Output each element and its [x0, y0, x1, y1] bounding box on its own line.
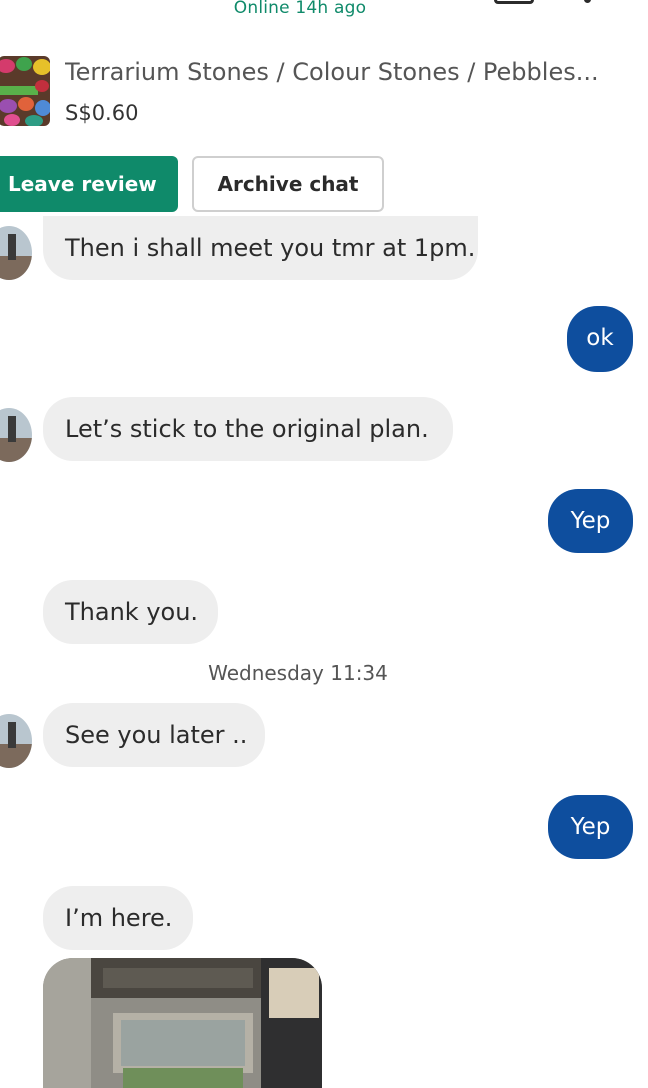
listing-title[interactable]: Terrarium Stones / Colour Stones / Pebbl… [65, 58, 640, 86]
message-outgoing[interactable]: Yep [548, 795, 633, 859]
seller-avatar[interactable] [0, 226, 32, 280]
seller-avatar[interactable] [0, 408, 32, 462]
message-incoming[interactable]: See you later .. [43, 703, 265, 767]
leave-review-button[interactable]: Leave review [0, 156, 178, 212]
message-incoming[interactable]: Let’s stick to the original plan. [43, 397, 453, 461]
message-incoming[interactable]: I’m here. [43, 886, 193, 950]
photo-attachment[interactable] [43, 958, 322, 1088]
seller-avatar[interactable] [0, 714, 32, 768]
message-incoming[interactable]: Thank you. [43, 580, 218, 644]
archive-chat-button[interactable]: Archive chat [192, 156, 384, 212]
chat-list-icon[interactable] [494, 0, 534, 4]
listing-price: S$0.60 [65, 101, 139, 125]
message-timestamp: Wednesday 11:34 [208, 661, 388, 685]
listing-thumbnail[interactable] [0, 56, 50, 126]
message-incoming[interactable]: Then i shall meet you tmr at 1pm. [43, 216, 478, 280]
message-outgoing[interactable]: Yep [548, 489, 633, 553]
message-outgoing[interactable]: ok [567, 306, 633, 372]
